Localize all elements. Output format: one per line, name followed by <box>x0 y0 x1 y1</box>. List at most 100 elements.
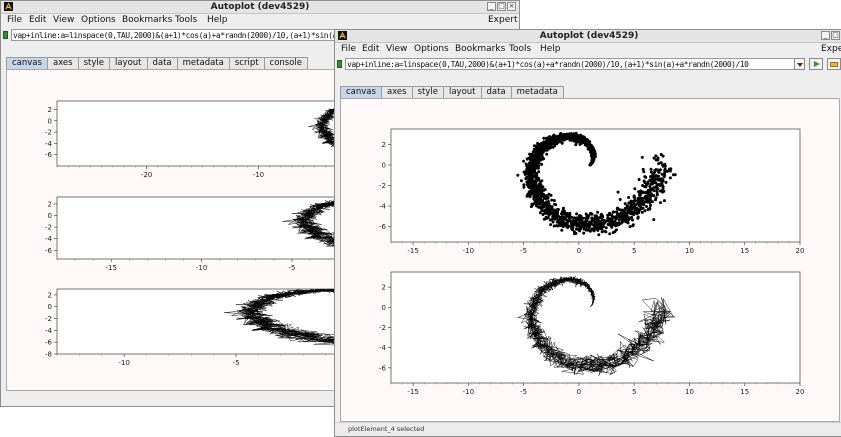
tab-axes[interactable]: axes <box>46 57 79 69</box>
y-tick-label: -6 <box>45 247 53 255</box>
menu-file[interactable]: File <box>341 43 356 55</box>
data-point <box>548 218 552 222</box>
y-tick-label: 2 <box>382 141 386 149</box>
menu-bookmarks[interactable]: Bookmarks <box>455 43 505 55</box>
data-point <box>563 217 567 220</box>
maximize-icon[interactable]: □ <box>497 2 506 11</box>
tab-layout[interactable]: layout <box>108 57 148 69</box>
tab-style[interactable]: style <box>411 86 444 98</box>
data-point <box>628 225 632 229</box>
menu-tools[interactable]: Tools <box>175 14 197 26</box>
data-point <box>597 233 601 237</box>
menu-bookmarks[interactable]: Bookmarks <box>122 14 172 26</box>
data-point <box>637 211 641 215</box>
tab-canvas[interactable]: canvas <box>6 57 48 69</box>
data-point <box>530 180 533 184</box>
tab-data[interactable]: data <box>146 57 178 69</box>
data-point <box>553 142 557 146</box>
data-point <box>564 222 568 226</box>
tab-axes[interactable]: axes <box>380 86 413 98</box>
tab-layout[interactable]: layout <box>442 86 482 98</box>
expert-menu[interactable]: Expert <box>821 43 841 55</box>
data-point <box>623 219 627 222</box>
data-point <box>643 175 647 179</box>
tab-metadata[interactable]: metadata <box>176 57 230 69</box>
menu-help[interactable]: Help <box>207 14 228 26</box>
menu-help[interactable]: Help <box>540 43 561 55</box>
data-point <box>663 168 667 172</box>
y-tick-label: -4 <box>45 140 53 148</box>
data-point <box>555 220 559 224</box>
minimize-icon[interactable]: _ <box>821 31 830 40</box>
maximize-icon[interactable]: □ <box>831 31 840 40</box>
data-point <box>560 135 564 139</box>
minimize-icon[interactable]: _ <box>487 2 496 11</box>
data-point <box>574 131 578 135</box>
data-point <box>596 210 600 214</box>
menu-view[interactable]: View <box>53 14 74 26</box>
data-point <box>644 190 648 194</box>
play-icon[interactable] <box>809 58 823 70</box>
y-tick-label: 2 <box>48 106 52 114</box>
data-point <box>538 201 542 205</box>
data-source-icon <box>337 60 342 68</box>
data-point <box>655 193 659 197</box>
data-point <box>656 178 660 182</box>
menu-edit[interactable]: Edit <box>362 43 379 55</box>
data-point <box>529 183 533 186</box>
tab-script[interactable]: script <box>228 57 265 69</box>
y-tick-label: -6 <box>45 339 53 347</box>
data-point <box>576 224 580 228</box>
data-point <box>582 225 586 229</box>
data-point <box>534 146 538 150</box>
data-point <box>618 198 622 201</box>
data-point <box>552 139 556 143</box>
data-point <box>623 210 626 214</box>
uri-input[interactable]: vap+inline:a=linspace(0,TAU,2000)&(a+1)*… <box>11 29 343 41</box>
expert-menu[interactable]: Expert <box>488 14 518 26</box>
data-point <box>531 192 535 196</box>
data-point <box>519 179 523 183</box>
uri-input[interactable]: vap+inline:a=linspace(0,TAU,2000)&(a+1)*… <box>345 58 795 70</box>
tab-metadata[interactable]: metadata <box>510 86 564 98</box>
data-point <box>642 179 646 183</box>
canvas-svg: 20-2-4-6-15 -10 -5 0 5 10 15 2020-2-4-6-15 -10 -5… <box>379 128 804 396</box>
uri-history-dropdown[interactable] <box>794 58 805 70</box>
tab-canvas[interactable]: canvas <box>340 86 382 98</box>
data-point <box>633 208 637 211</box>
data-point <box>663 174 667 177</box>
data-point <box>553 208 556 212</box>
front-autoplot-window[interactable]: Autoplot (dev4529) _ □ File Edit View Op… <box>334 29 841 437</box>
menu-edit[interactable]: Edit <box>29 14 46 26</box>
data-point <box>589 211 592 215</box>
tab-style[interactable]: style <box>77 57 110 69</box>
data-point <box>554 203 558 207</box>
menu-tools[interactable]: Tools <box>509 43 531 55</box>
menu-bar: File Edit View Options Bookmarks Tools H… <box>1 13 519 27</box>
data-point <box>649 203 652 207</box>
data-point <box>649 167 653 171</box>
menu-view[interactable]: View <box>386 43 407 55</box>
data-point <box>540 162 544 166</box>
data-point <box>645 205 648 208</box>
y-tick-label: -6 <box>379 223 387 231</box>
data-point <box>652 189 656 193</box>
tab-console[interactable]: console <box>263 57 309 69</box>
data-point <box>604 230 608 234</box>
data-point <box>650 180 654 184</box>
data-point <box>538 154 542 158</box>
tab-data[interactable]: data <box>480 86 512 98</box>
data-point <box>631 224 635 228</box>
data-point <box>538 211 542 215</box>
data-point <box>619 211 623 215</box>
folder-icon[interactable] <box>827 58 841 70</box>
menu-file[interactable]: File <box>7 14 22 26</box>
data-point <box>599 225 603 229</box>
menu-options[interactable]: Options <box>414 43 449 55</box>
plot-canvas[interactable]: 2 0 -2 -4 -6 -15 -10 -5 0 5 10 15 20 2 0 -2 -4 -6 -15 -10 -5… <box>340 98 840 422</box>
menu-options[interactable]: Options <box>81 14 116 26</box>
data-point <box>655 190 659 194</box>
y-tick-label: -2 <box>45 129 52 137</box>
x-tick-label: -10 <box>463 247 474 255</box>
close-icon[interactable]: × <box>507 2 516 11</box>
